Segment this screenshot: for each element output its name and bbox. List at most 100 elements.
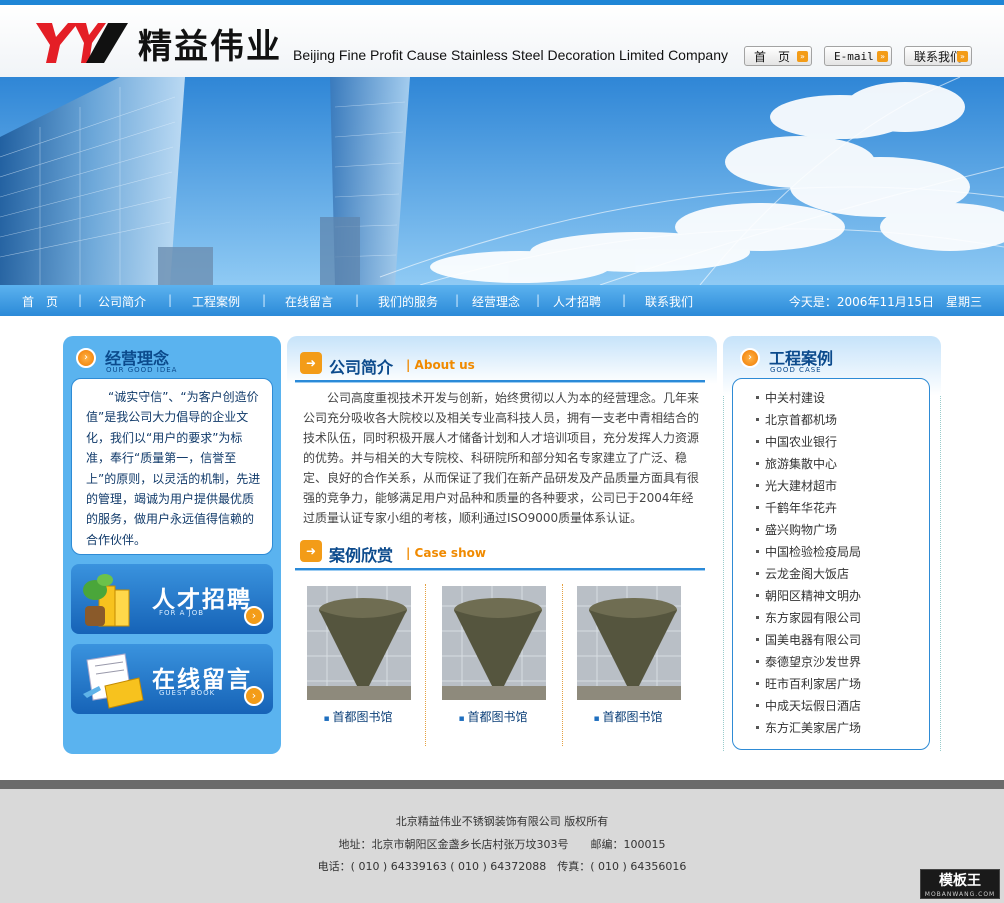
project-list-item[interactable]: 中国检验检疫局局	[733, 541, 929, 563]
project-list-item[interactable]: 中成天坛假日酒店	[733, 695, 929, 717]
project-name[interactable]: 云龙金阁大饭店	[758, 567, 849, 581]
main-nav: 首 页 | 公司简介 | 工程案例 | 在线留言 | 我们的服务 | 经营理念 …	[0, 285, 1004, 316]
dotted-border	[940, 396, 941, 751]
case-divider	[562, 584, 563, 746]
project-list-item[interactable]: 泰德望京沙发世界	[733, 651, 929, 673]
arrow-circle-icon: ›	[244, 606, 264, 626]
project-name[interactable]: 东方家园有限公司	[758, 611, 861, 625]
about-english-title: | About us	[406, 358, 475, 372]
right-sidebar: › 工程案例 GOOD CASE 中关村建设 北京首都机场 中国农业银行 旅游集…	[723, 336, 941, 754]
case-item[interactable]: 首都图书馆	[575, 584, 681, 746]
case-caption[interactable]: 首都图书馆	[575, 708, 681, 725]
logo-english-name: Beijing Fine Profit Cause Stainless Stee…	[293, 47, 728, 63]
idea-subtitle: OUR GOOD IDEA	[106, 366, 178, 374]
project-list-item[interactable]: 东方家园有限公司	[733, 607, 929, 629]
project-list-item[interactable]: 朝阳区精神文明办	[733, 585, 929, 607]
copyright-line: 北京精益伟业不锈钢装饰有限公司 版权所有	[395, 815, 609, 828]
main-content: ➜ 公司简介 | About us 公司高度重视技术开发与创新，始终贯彻以人为本…	[287, 336, 717, 754]
case-section-header: ➜ 案例欣赏 | Case show	[287, 536, 717, 572]
idea-text: “诚实守信”、“为客户创造价值”是我公司大力倡导的企业文化，我们以“用户的要求”…	[71, 378, 273, 555]
logo-chinese-name: 精益伟业	[138, 27, 282, 67]
contact-button-label: 联系我们	[914, 49, 963, 64]
jobs-banner[interactable]: 人才招聘 FOR A JOB ›	[71, 564, 273, 634]
paper-note-icon	[83, 653, 144, 709]
case-item[interactable]: 首都图书馆	[440, 584, 546, 746]
case-title: 案例欣赏	[329, 546, 394, 565]
project-name[interactable]: 中成天坛假日酒店	[758, 699, 861, 713]
project-name[interactable]: 国美电器有限公司	[758, 633, 861, 647]
site-header: 精益伟业 Beijing Fine Profit Cause Stainless…	[0, 5, 1004, 77]
project-name[interactable]: 中国检验检疫局局	[758, 545, 861, 559]
logo-icon[interactable]	[34, 17, 130, 69]
nav-item-jobs[interactable]: 人才招聘	[553, 293, 601, 310]
library-photo-image	[442, 586, 546, 700]
nav-item-guestbook[interactable]: 在线留言	[285, 293, 333, 310]
nav-item-about[interactable]: 公司简介	[98, 293, 146, 310]
project-list-item[interactable]: 旺市百利家居广场	[733, 673, 929, 695]
projects-subtitle: GOOD CASE	[770, 366, 822, 374]
nav-item-contact[interactable]: 联系我们	[645, 293, 693, 310]
case-photo[interactable]	[577, 586, 681, 700]
nav-separator: |	[262, 293, 267, 307]
arrow-square-icon: ➜	[300, 352, 322, 374]
project-list-item[interactable]: 东方汇美家居广场	[733, 717, 929, 739]
case-caption[interactable]: 首都图书馆	[305, 708, 411, 725]
section-divider	[295, 568, 705, 571]
project-list-item[interactable]: 旅游集散中心	[733, 453, 929, 475]
project-name[interactable]: 光大建材超市	[758, 479, 837, 493]
site-footer: 北京精益伟业不锈钢装饰有限公司 版权所有 地址：北京市朝阳区金盏乡长店村张万坟3…	[0, 789, 1004, 903]
arrow-circle-icon: ›	[76, 348, 96, 368]
nav-separator: |	[455, 293, 460, 307]
jobs-subtitle: FOR A JOB	[159, 609, 205, 617]
contact-button[interactable]: 联系我们»	[904, 46, 972, 66]
project-name[interactable]: 旅游集散中心	[758, 457, 837, 471]
library-photo-image	[307, 586, 411, 700]
project-list-item[interactable]: 中关村建设	[733, 387, 929, 409]
arrow-circle-icon: ›	[244, 686, 264, 706]
project-name[interactable]: 东方汇美家居广场	[758, 721, 861, 735]
project-list-item[interactable]: 盛兴购物广场	[733, 519, 929, 541]
project-name[interactable]: 北京首都机场	[758, 413, 837, 427]
project-list-item[interactable]: 光大建材超市	[733, 475, 929, 497]
guestbook-subtitle: GUEST BOOK	[159, 689, 216, 697]
project-name[interactable]: 中关村建设	[758, 391, 825, 405]
project-name[interactable]: 盛兴购物广场	[758, 523, 837, 537]
project-name[interactable]: 旺市百利家居广场	[758, 677, 861, 691]
project-name[interactable]: 泰德望京沙发世界	[758, 655, 861, 669]
nav-item-home[interactable]: 首 页	[22, 293, 58, 310]
about-title: 公司简介	[329, 358, 394, 377]
email-button-label: E-mail	[834, 49, 874, 63]
library-photo-image	[577, 586, 681, 700]
nav-separator: |	[355, 293, 360, 307]
arrow-square-icon: ➜	[300, 540, 322, 562]
nav-item-philosophy[interactable]: 经营理念	[472, 293, 520, 310]
date-display: 今天是：2006年11月15日 星期三	[788, 295, 982, 309]
watermark-logo: 模板王 MOBANWANG.COM	[920, 869, 1000, 899]
project-list-item[interactable]: 北京首都机场	[733, 409, 929, 431]
watermark-url: MOBANWANG.COM	[924, 891, 996, 898]
home-button[interactable]: 首 页 »	[744, 46, 812, 66]
guestbook-banner[interactable]: 在线留言 GUEST BOOK ›	[71, 644, 273, 714]
about-text: 公司高度重视技术开发与创新，始终贯彻以人为本的经营理念。几年来公司充分吸收各大院…	[303, 391, 700, 525]
nav-item-projects[interactable]: 工程案例	[192, 293, 240, 310]
case-caption[interactable]: 首都图书馆	[440, 708, 546, 725]
projects-list: 中关村建设 北京首都机场 中国农业银行 旅游集散中心 光大建材超市 千鹤年华花卉…	[732, 378, 930, 750]
project-list-item[interactable]: 云龙金阁大饭店	[733, 563, 929, 585]
project-name[interactable]: 千鹤年华花卉	[758, 501, 837, 515]
about-section-header: ➜ 公司简介 | About us	[287, 336, 717, 384]
email-button[interactable]: E-mail»	[824, 46, 892, 66]
project-list-item[interactable]: 国美电器有限公司	[733, 629, 929, 651]
nav-separator: |	[168, 293, 173, 307]
project-list-item[interactable]: 中国农业银行	[733, 431, 929, 453]
case-divider	[425, 584, 426, 746]
home-button-label: 首 页	[754, 49, 791, 64]
double-arrow-icon: »	[877, 51, 888, 62]
case-photo[interactable]	[307, 586, 411, 700]
project-list-item[interactable]: 千鹤年华花卉	[733, 497, 929, 519]
arrow-circle-icon: ›	[740, 348, 760, 368]
nav-item-services[interactable]: 我们的服务	[378, 293, 438, 310]
project-name[interactable]: 朝阳区精神文明办	[758, 589, 861, 603]
case-photo[interactable]	[442, 586, 546, 700]
case-item[interactable]: 首都图书馆	[305, 584, 411, 746]
project-name[interactable]: 中国农业银行	[758, 435, 837, 449]
